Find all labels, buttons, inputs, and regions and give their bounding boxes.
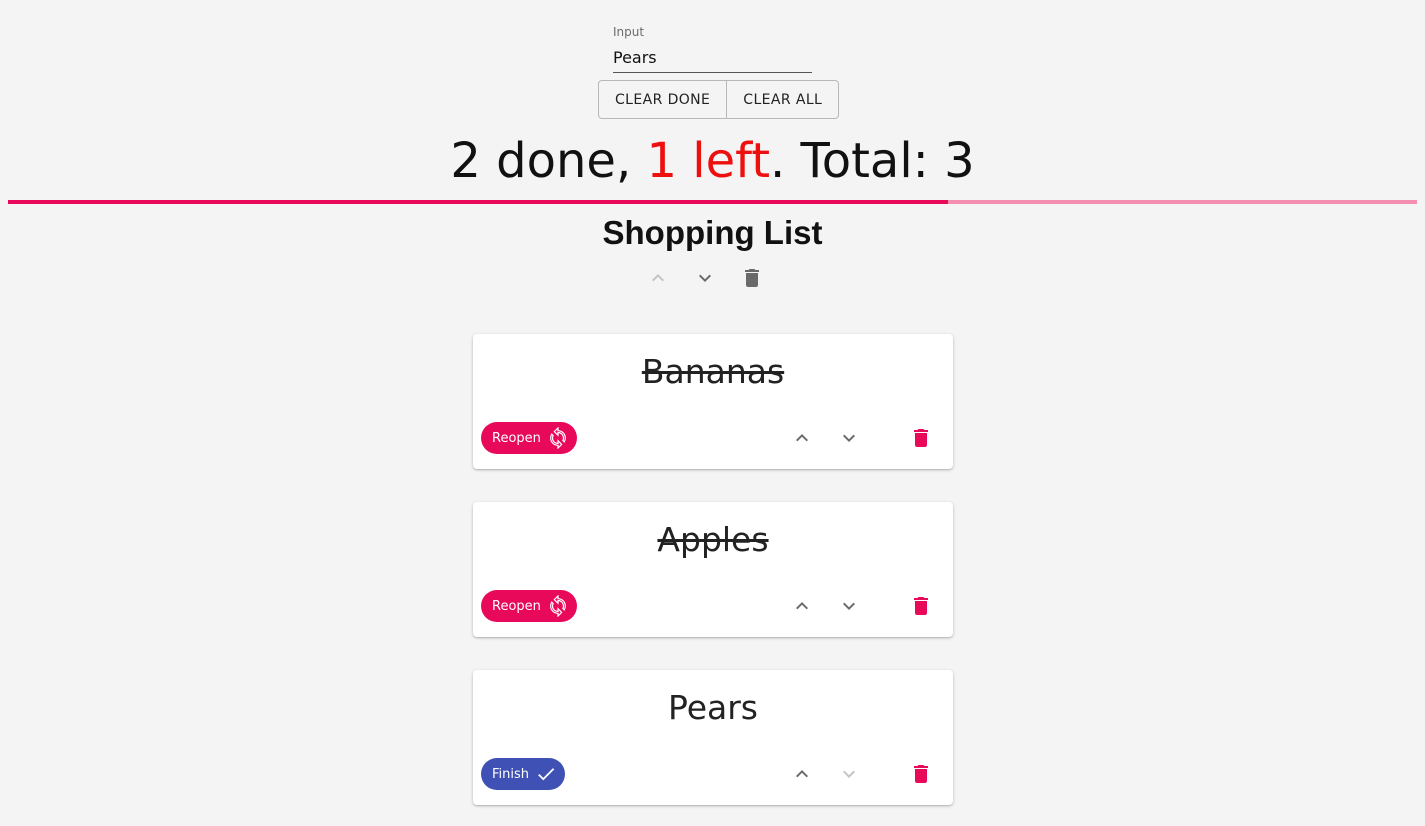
list-title: Shopping List [602,214,823,251]
summary-heading: 2 done, 1 left. Total: 3 [0,133,1425,189]
trash-icon [745,269,759,287]
item-card: Apples Reopen [473,502,953,637]
clear-all-button[interactable]: CLEAR ALL [726,81,838,118]
chevron-down-icon [843,434,855,442]
item-move-down-button[interactable] [837,762,861,786]
input-label: Input [613,25,645,39]
progress-bar [8,200,1417,204]
sync-icon [549,427,566,449]
chevron-up-icon [796,602,808,610]
item-delete-button[interactable] [909,426,933,450]
list-move-down-button[interactable] [693,266,717,290]
list-delete-button[interactable] [740,266,764,290]
item-move-up-button[interactable] [790,762,814,786]
check-icon [538,768,555,781]
trash-icon [914,429,928,447]
item-card: Bananas Reopen [473,334,953,469]
item-input-container: Input [613,22,812,73]
item-move-down-button[interactable] [837,426,861,450]
progress-bar-fill [8,200,948,204]
chevron-up-icon [796,434,808,442]
chevron-up-icon [796,770,808,778]
item-card: Pears Finish [473,670,953,805]
summary-left-text: 1 left [646,133,771,189]
reopen-button[interactable]: Reopen [481,422,577,454]
trash-icon [914,597,928,615]
item-delete-button[interactable] [909,762,933,786]
finish-button[interactable]: Finish [481,758,566,790]
chip-label: Reopen [492,598,541,614]
item-move-up-button[interactable] [790,426,814,450]
chevron-up-icon [652,274,664,282]
trash-icon [914,765,928,783]
sync-icon [549,595,566,617]
chevron-down-icon [843,770,855,778]
list-move-up-button[interactable] [646,266,670,290]
reopen-button[interactable]: Reopen [481,590,577,622]
chevron-down-icon [843,602,855,610]
item-input[interactable] [613,46,812,68]
item-title: Pears [667,688,758,727]
summary-done-text: 2 done, [450,133,647,189]
item-delete-button[interactable] [909,594,933,618]
chip-label: Reopen [492,430,541,446]
item-title: Apples [657,520,769,559]
item-move-up-button[interactable] [790,594,814,618]
chip-label: Finish [492,766,530,782]
chevron-down-icon [699,274,711,282]
item-title: Bananas [641,352,785,391]
item-move-down-button[interactable] [837,594,861,618]
list-controls [646,266,764,290]
clear-done-button[interactable]: CLEAR DONE [599,81,726,118]
summary-total-text: . Total: 3 [770,133,975,189]
clear-button-group: CLEAR DONE CLEAR ALL [598,80,840,119]
